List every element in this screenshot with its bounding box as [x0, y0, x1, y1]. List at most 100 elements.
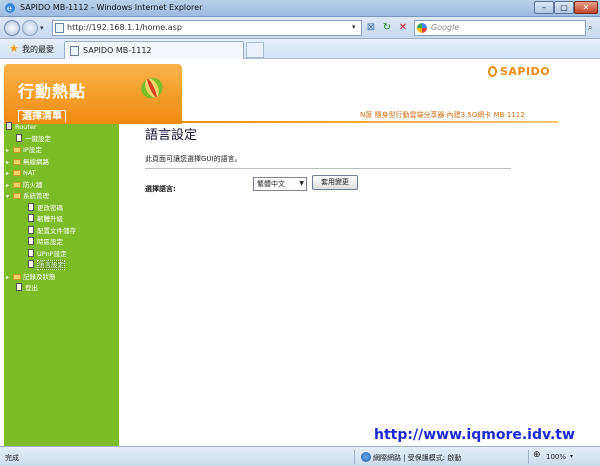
header-divider: [182, 121, 558, 123]
menu-header-title: 行動熱點: [18, 82, 87, 101]
expand-icon[interactable]: ▸: [6, 181, 13, 191]
folder-icon: [13, 273, 21, 280]
menu-header: 行動熱點 選擇清單: [4, 64, 182, 124]
sidebar-item-label: IP設定: [23, 146, 42, 154]
sidebar-item-label: 系統管理: [23, 192, 49, 200]
recent-pages-dropdown-icon[interactable]: ▾: [40, 24, 44, 32]
brand-logo: SAPIDO: [500, 65, 551, 78]
folder-icon: [13, 147, 21, 153]
sidebar-item-label: UPnP設定: [37, 249, 67, 258]
sidebar-item[interactable]: 配置文件儲存: [28, 225, 76, 236]
page-icon: [28, 225, 34, 234]
sidebar-item[interactable]: ▸ 無線網路: [6, 157, 49, 167]
sidebar-tree: Router 一鍵設定 ▸ IP設定 ▸ 無線網路 ▸ NAT ▸ 防火牆 ▾ 系統管理更改密碼韌體升…: [4, 122, 119, 446]
sidebar-item-label: 記錄及狀態: [23, 272, 56, 281]
page-content: 行動熱點 選擇清單 SAPIDO N匯 隨身型行動雲端分享器 內建3.5G網卡 …: [0, 60, 600, 446]
expand-icon[interactable]: ▸: [6, 158, 13, 168]
maximize-button[interactable]: □: [554, 1, 574, 14]
forward-button[interactable]: [22, 20, 38, 36]
address-toolbar: ▾ http://192.168.1.1/home.asp ▾ ⊠ ↻ ✕ Go…: [0, 17, 600, 39]
favorites-star-icon[interactable]: ★: [9, 42, 19, 55]
sidebar-item[interactable]: ▸ IP設定: [6, 145, 42, 155]
zoom-icon[interactable]: ⊕: [533, 450, 541, 460]
language-select[interactable]: 繁體中文 ▼: [253, 177, 307, 191]
folder-icon: [13, 170, 21, 176]
sidebar-item-label: Router: [15, 123, 37, 131]
sidebar-item-label: NAT: [23, 169, 36, 177]
expand-icon[interactable]: ▸: [6, 273, 13, 283]
compatibility-view-icon[interactable]: ⊠: [364, 21, 378, 35]
window-titlebar: e SAPIDO MB-1112 - Windows Internet Expl…: [0, 0, 600, 17]
page-icon: [28, 237, 34, 245]
search-input[interactable]: Google: [414, 20, 586, 36]
apply-changes-button[interactable]: 套用變更: [312, 175, 358, 190]
page-icon: [28, 260, 34, 268]
language-select-value: 繁體中文: [257, 180, 285, 188]
ie-logo-icon: e: [5, 3, 15, 13]
folder-icon: [13, 158, 21, 165]
close-button[interactable]: ✕: [574, 1, 598, 14]
sidebar-item-label: 一鍵設定: [25, 134, 51, 143]
sidebar-item-label: 更改密碼: [37, 203, 63, 212]
tab-label: SAPIDO MB-1112: [83, 46, 152, 55]
sidebar-item-label: 登出: [25, 284, 38, 292]
security-zone[interactable]: 網際網路 | 受保護模式: 啟動: [373, 453, 461, 463]
page-title: 語言設定: [145, 128, 198, 143]
page-icon: [16, 283, 22, 291]
page-description: 此頁面可讓您選擇GUI的語言。: [145, 155, 242, 163]
sidebar-item-label: 配置文件儲存: [37, 226, 76, 235]
status-separator: [354, 450, 355, 464]
status-text: 完成: [5, 454, 19, 462]
minimize-button[interactable]: –: [534, 1, 554, 14]
expand-icon[interactable]: ▸: [6, 169, 13, 179]
sidebar-item[interactable]: 更改密碼: [28, 202, 63, 213]
stop-icon[interactable]: ✕: [396, 21, 410, 35]
collapse-icon[interactable]: ▾: [6, 192, 13, 202]
sidebar-item[interactable]: Router: [6, 122, 37, 132]
page-icon: [28, 214, 34, 222]
sidebar-item-label: 韌體升級: [37, 215, 63, 223]
sidebar-item-label: 無線網路: [23, 157, 49, 166]
sidebar-item[interactable]: ▸ NAT: [6, 168, 36, 178]
sidebar-item-label: 防火牆: [23, 180, 43, 189]
favorites-bar: ★ 我的最愛 SAPIDO MB-1112: [0, 39, 600, 59]
sidebar-item[interactable]: 登出: [16, 283, 38, 293]
zoom-dropdown-icon[interactable]: ▾: [570, 453, 573, 460]
back-button[interactable]: [4, 20, 20, 36]
sidebar-item[interactable]: UPnP設定: [28, 248, 67, 259]
sidebar-item[interactable]: 一鍵設定: [16, 133, 51, 144]
sidebar-item[interactable]: ▸ 記錄及狀態: [6, 272, 56, 282]
content-divider: [145, 168, 511, 169]
sidebar-item[interactable]: ▾ 系統管理: [6, 191, 49, 201]
expand-icon[interactable]: ▸: [6, 146, 13, 156]
sidebar-item[interactable]: 語言設定: [28, 260, 65, 270]
sidebar-item-label: 時區設定: [37, 238, 63, 246]
sidebar-item[interactable]: ▸ 防火牆: [6, 180, 43, 190]
status-separator: [528, 450, 529, 464]
status-bar: 完成 網際網路 | 受保護模式: 啟動 ⊕ 100% ▾: [0, 446, 600, 466]
watermark: http://www.iqmore.idv.tw: [374, 427, 575, 443]
tab-sapido[interactable]: SAPIDO MB-1112: [64, 41, 244, 59]
sidebar-item-label: 語言設定: [37, 260, 65, 270]
router-icon: [6, 122, 12, 130]
google-icon: [417, 23, 427, 33]
internet-zone-icon: [361, 452, 371, 462]
address-input[interactable]: http://192.168.1.1/home.asp: [52, 20, 362, 36]
page-icon: [55, 23, 64, 33]
sidebar-item[interactable]: 韌體升級: [28, 214, 63, 224]
tab-page-icon: [70, 46, 79, 56]
window-title: SAPIDO MB-1112 - Windows Internet Explor…: [20, 3, 203, 12]
zoom-level[interactable]: 100%: [546, 453, 566, 461]
page-icon: [28, 202, 34, 211]
address-dropdown-icon[interactable]: ▾: [352, 23, 356, 31]
new-tab-button[interactable]: [246, 42, 264, 58]
svg-text:e: e: [7, 4, 12, 13]
sidebar-item[interactable]: 時區設定: [28, 237, 63, 247]
favorites-button[interactable]: 我的最愛: [22, 44, 54, 55]
folder-icon: [13, 193, 21, 199]
language-label: 選擇語言:: [145, 185, 176, 193]
refresh-icon[interactable]: ↻: [380, 21, 394, 35]
folder-icon: [13, 181, 21, 188]
page-icon: [28, 248, 34, 257]
search-icon[interactable]: ⌕: [588, 23, 592, 33]
